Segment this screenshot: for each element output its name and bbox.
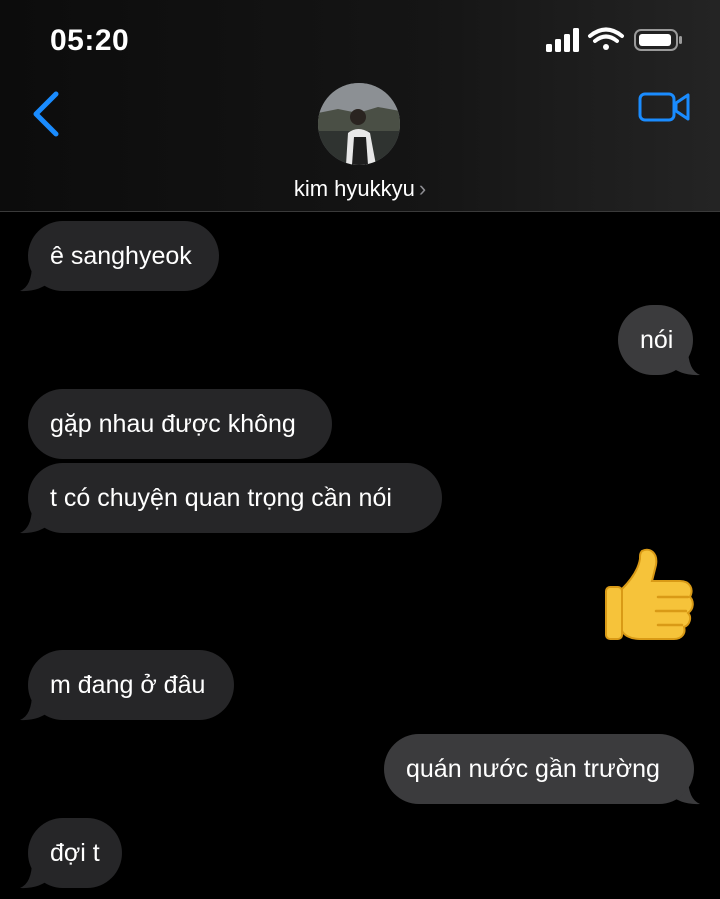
conversation-header: 05:20 kim hyukkyu › — [0, 0, 720, 212]
thumbs-up-icon[interactable] — [600, 545, 696, 641]
back-chevron-icon[interactable] — [30, 90, 62, 138]
avatar[interactable] — [318, 83, 400, 165]
message-text: t có chuyện quan trọng cần nói — [50, 484, 392, 512]
battery-icon — [634, 29, 682, 51]
message-bubble-incoming[interactable]: đợi t — [28, 818, 122, 888]
status-icons — [546, 27, 682, 52]
message-bubble-outgoing[interactable]: quán nước gần trường — [384, 734, 694, 804]
message-bubble-incoming[interactable]: ê sanghyeok — [28, 221, 219, 291]
message-text: đợi t — [50, 839, 100, 867]
message-text: m đang ở đâu — [50, 671, 206, 699]
message-text: ê sanghyeok — [50, 242, 192, 270]
message-bubble-incoming[interactable]: t có chuyện quan trọng cần nói — [28, 463, 442, 533]
contact-name-button[interactable]: kim hyukkyu › — [0, 176, 720, 202]
avatar-photo — [318, 83, 400, 165]
message-text: gặp nhau được không — [50, 410, 296, 438]
signal-icon — [546, 28, 579, 52]
message-text: quán nước gần trường — [406, 755, 660, 783]
message-bubble-incoming[interactable]: m đang ở đâu — [28, 650, 234, 720]
chevron-right-icon: › — [418, 176, 427, 201]
wifi-icon — [588, 27, 624, 50]
message-bubble-incoming[interactable]: gặp nhau được không — [28, 389, 332, 459]
contact-name: kim hyukkyu — [293, 176, 415, 201]
video-call-icon[interactable] — [638, 90, 690, 124]
message-text: nói — [640, 326, 674, 354]
status-time: 05:20 — [50, 24, 130, 57]
message-bubble-outgoing[interactable]: nói — [618, 305, 693, 375]
